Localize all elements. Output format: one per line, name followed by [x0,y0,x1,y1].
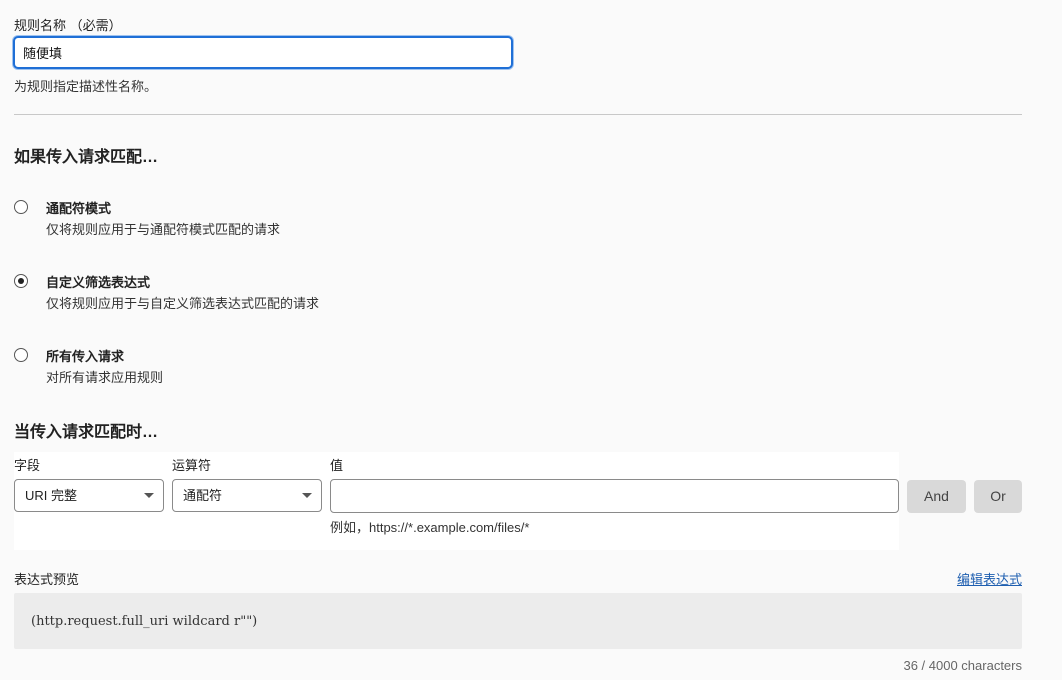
option-custom-desc: 仅将规则应用于与自定义筛选表达式匹配的请求 [46,296,320,311]
radio-wildcard[interactable] [14,200,28,214]
edit-expression-link[interactable]: 编辑表达式 [957,569,1022,588]
operator-select-value: 通配符 [183,488,223,503]
operator-select[interactable]: 通配符 [172,479,322,512]
option-wildcard-desc: 仅将规则应用于与通配符模式匹配的请求 [46,222,281,237]
character-counter: 36 / 4000 characters [903,658,1022,673]
condition-heading: 当传入请求匹配时… [14,424,159,441]
option-wildcard[interactable]: 通配符模式 仅将规则应用于与通配符模式匹配的请求 [14,198,414,242]
field-select-value: URI 完整 [25,488,78,503]
value-label: 值 [330,458,344,473]
option-wildcard-title: 通配符模式 [46,201,112,216]
and-button[interactable]: And [907,480,966,513]
radio-custom-expression[interactable] [14,274,28,288]
expression-preview-label: 表达式预览 [14,572,80,587]
chevron-down-icon [302,493,312,498]
option-all-title: 所有传入请求 [46,349,125,364]
or-button[interactable]: Or [974,480,1022,513]
radio-all-requests[interactable] [14,348,28,362]
section-divider [14,114,1022,115]
value-hint: 例如，https://*.example.com/files/* [330,520,530,535]
value-input[interactable] [330,479,899,513]
rule-name-help: 为规则指定描述性名称。 [14,79,158,94]
chevron-down-icon [144,493,154,498]
option-custom-expression[interactable]: 自定义筛选表达式 仅将规则应用于与自定义筛选表达式匹配的请求 [14,272,414,316]
field-select[interactable]: URI 完整 [14,479,164,512]
expression-preview-box: (http.request.full_uri wildcard r"") [14,593,1022,649]
option-custom-title: 自定义筛选表达式 [46,275,151,290]
expression-preview-text: (http.request.full_uri wildcard r"") [31,614,258,629]
rule-name-input[interactable]: 随便填 [13,36,513,69]
rule-name-label: 规则名称 （必需） [14,18,122,33]
match-heading: 如果传入请求匹配… [14,149,159,166]
operator-label: 运算符 [172,458,212,473]
option-all-requests[interactable]: 所有传入请求 对所有请求应用规则 [14,346,414,390]
option-all-desc: 对所有请求应用规则 [46,370,164,385]
field-label: 字段 [14,458,41,473]
